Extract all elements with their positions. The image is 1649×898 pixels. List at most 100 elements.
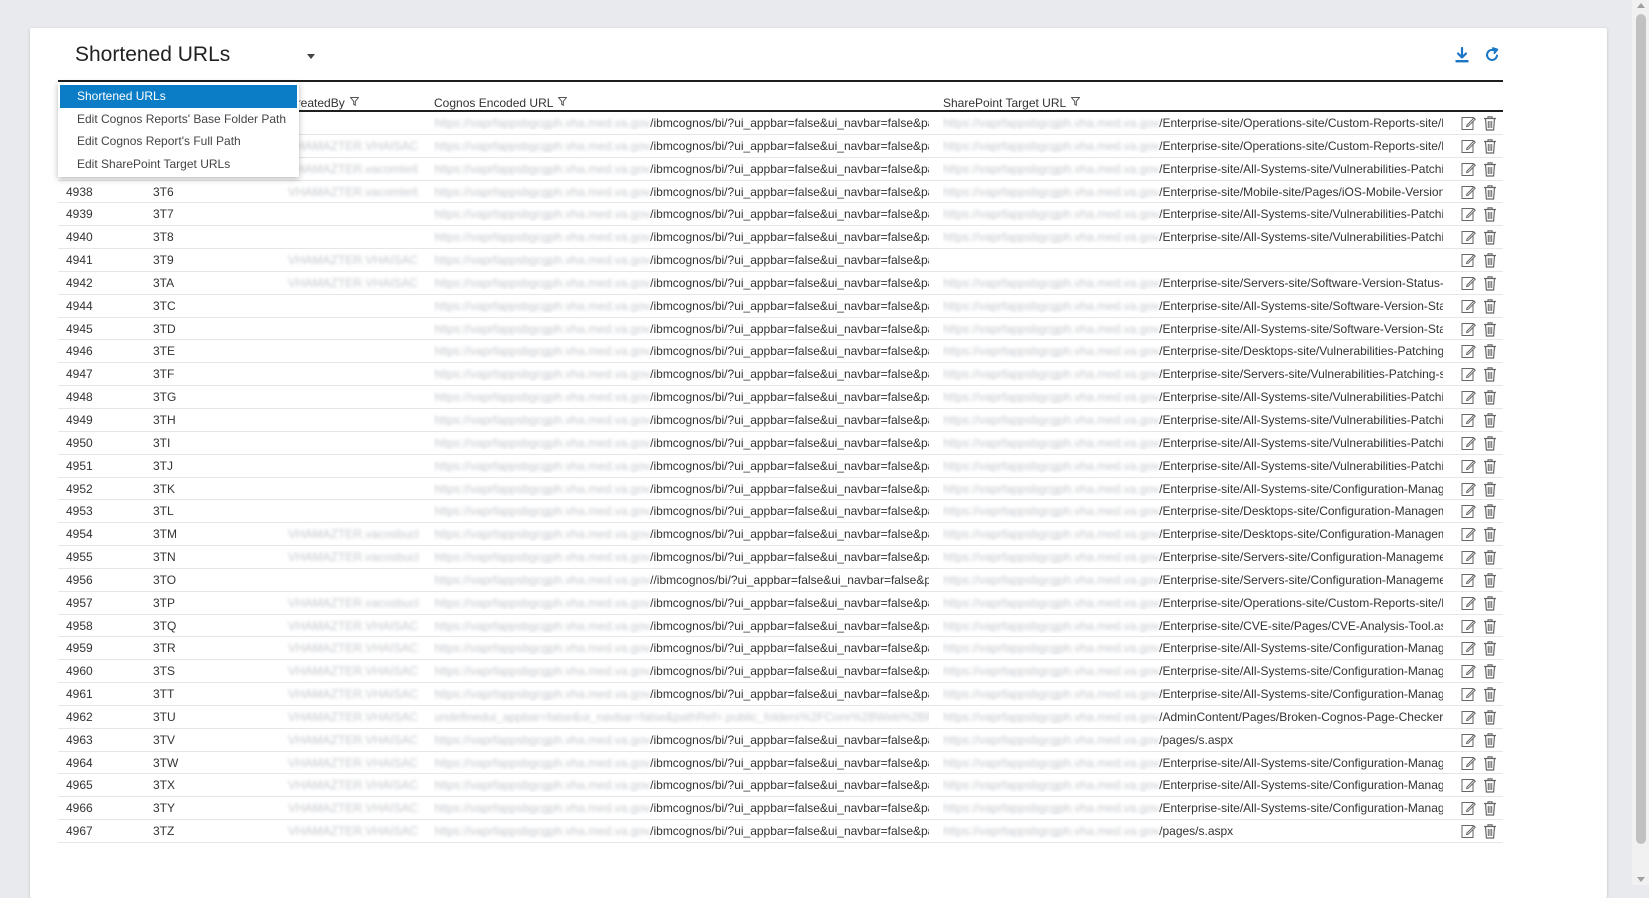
edit-icon[interactable] [1461, 343, 1476, 359]
table-row[interactable]: 4956 3TO https://vaprfappsbgcgph.vha.med.v… [58, 569, 1503, 592]
edit-icon[interactable] [1461, 435, 1476, 451]
trash-icon[interactable] [1483, 823, 1498, 839]
trash-icon[interactable] [1483, 435, 1498, 451]
trash-icon[interactable] [1483, 389, 1498, 405]
trash-icon[interactable] [1483, 161, 1498, 177]
edit-icon[interactable] [1461, 709, 1476, 725]
filter-icon[interactable] [557, 95, 568, 109]
table-row[interactable]: 4961 3TT VHAMAZTER.VHAISAC https://vaprfapp… [58, 683, 1503, 706]
trash-icon[interactable] [1483, 321, 1498, 337]
table-row[interactable]: 4948 3TG https://vaprfappsbgcgph.vha.med.v… [58, 386, 1503, 409]
trash-icon[interactable] [1483, 252, 1498, 268]
edit-icon[interactable] [1461, 115, 1476, 131]
edit-icon[interactable] [1461, 229, 1476, 245]
trash-icon[interactable] [1483, 663, 1498, 679]
trash-icon[interactable] [1483, 777, 1498, 794]
edit-icon[interactable] [1461, 298, 1476, 314]
edit-icon[interactable] [1461, 732, 1476, 748]
trash-icon[interactable] [1483, 709, 1498, 725]
table-row[interactable]: 4953 3TL https://vaprfappsbgcgph.vha.med.v… [58, 500, 1503, 524]
edit-icon[interactable] [1461, 755, 1476, 771]
edit-icon[interactable] [1461, 686, 1476, 702]
trash-icon[interactable] [1483, 275, 1498, 291]
trash-icon[interactable] [1483, 412, 1498, 428]
chevron-down-icon[interactable] [307, 54, 315, 59]
trash-icon[interactable] [1483, 732, 1498, 748]
table-row[interactable]: 4947 3TF https://vaprfappsbgcgph.vha.med.v… [58, 363, 1503, 387]
scroll-up-arrow-icon[interactable] [1637, 3, 1645, 8]
edit-icon[interactable] [1461, 503, 1476, 519]
table-row[interactable]: 4964 3TW VHAMAZTER.VHAISAC https://vaprfapp… [58, 752, 1503, 775]
trash-icon[interactable] [1483, 343, 1498, 360]
table-row[interactable]: 4941 3T9 VHAMAZTER.VHAISAC https://vaprfapp… [58, 249, 1503, 272]
edit-icon[interactable] [1461, 549, 1476, 565]
column-header-cognos-url[interactable]: Cognos Encoded URL [434, 95, 568, 110]
edit-icon[interactable] [1461, 184, 1476, 200]
table-row[interactable]: 4951 3TJ https://vaprfappsbgcgph.vha.med.v… [58, 455, 1503, 478]
menu-item[interactable]: Edit SharePoint Target URLs [60, 153, 297, 176]
trash-icon[interactable] [1483, 138, 1498, 154]
view-selector[interactable]: Shortened URLs [75, 43, 315, 67]
table-row[interactable]: 4957 3TP VHAMAZTER.vacosbuckb https://vaprf… [58, 592, 1503, 615]
trash-icon[interactable] [1483, 526, 1498, 542]
trash-icon[interactable] [1483, 115, 1498, 131]
edit-icon[interactable] [1461, 823, 1476, 839]
menu-item[interactable]: Shortened URLs [60, 85, 297, 108]
table-row[interactable]: 4963 3TV VHAMAZTER.VHAISAC https://vaprfapp… [58, 729, 1503, 752]
edit-icon[interactable] [1461, 618, 1476, 634]
table-row[interactable]: 4942 3TA VHAMAZTER.VHAISAC https://vaprfapp… [58, 272, 1503, 295]
menu-item[interactable]: Edit Cognos Reports' Base Folder Path [60, 108, 297, 131]
table-row[interactable]: 4939 3T7 https://vaprfappsbgcgph.vha.med.v… [58, 203, 1503, 227]
edit-icon[interactable] [1461, 458, 1476, 474]
trash-icon[interactable] [1483, 595, 1498, 611]
table-row[interactable]: 4952 3TK https://vaprfappsbgcgph.vha.med.v… [58, 478, 1503, 501]
edit-icon[interactable] [1461, 481, 1476, 497]
table-row[interactable]: 4962 3TU VHAMAZTER.VHAISAC undefinedui_appb… [58, 706, 1503, 729]
edit-icon[interactable] [1461, 595, 1476, 611]
edit-icon[interactable] [1461, 275, 1476, 291]
edit-icon[interactable] [1461, 321, 1476, 337]
filter-icon[interactable] [349, 95, 360, 109]
edit-icon[interactable] [1461, 777, 1476, 793]
table-row[interactable]: 4954 3TM VHAMAZTER.vacosbuckb https://vaprf… [58, 523, 1503, 547]
table-row[interactable]: 4944 3TC https://vaprfappsbgcgph.vha.med.v… [58, 295, 1503, 318]
edit-icon[interactable] [1461, 640, 1476, 656]
trash-icon[interactable] [1483, 549, 1498, 565]
vertical-scrollbar[interactable] [1632, 0, 1649, 885]
edit-icon[interactable] [1461, 526, 1476, 542]
trash-icon[interactable] [1483, 481, 1498, 497]
trash-icon[interactable] [1483, 458, 1498, 474]
menu-item[interactable]: Edit Cognos Report's Full Path [60, 130, 297, 153]
refresh-icon[interactable] [1483, 46, 1501, 64]
table-row[interactable]: 4945 3TD https://vaprfappsbgcgph.vha.med.v… [58, 318, 1503, 341]
trash-icon[interactable] [1483, 229, 1498, 245]
table-row[interactable]: 4960 3TS VHAMAZTER.VHAISAC https://vaprfapp… [58, 660, 1503, 684]
trash-icon[interactable] [1483, 206, 1498, 222]
trash-icon[interactable] [1483, 618, 1498, 634]
trash-icon[interactable] [1483, 298, 1498, 314]
table-row[interactable]: 4959 3TR VHAMAZTER.VHAISAC https://vaprfapp… [58, 637, 1503, 661]
edit-icon[interactable] [1461, 206, 1476, 222]
table-row[interactable]: 4967 3TZ VHAMAZTER.VHAISAC https://vaprfapp… [58, 820, 1503, 843]
trash-icon[interactable] [1483, 572, 1498, 588]
table-row[interactable]: 4940 3T8 https://vaprfappsbgcgph.vha.med.v… [58, 226, 1503, 250]
edit-icon[interactable] [1461, 252, 1476, 268]
table-row[interactable]: 4950 3TI https://vaprfappsbgcgph.vha.med.v… [58, 432, 1503, 455]
edit-icon[interactable] [1461, 572, 1476, 588]
trash-icon[interactable] [1483, 184, 1498, 200]
trash-icon[interactable] [1483, 640, 1498, 657]
trash-icon[interactable] [1483, 800, 1498, 816]
table-row[interactable]: 4946 3TE https://vaprfappsbgcgph.vha.med.v… [58, 340, 1503, 364]
trash-icon[interactable] [1483, 755, 1498, 771]
table-row[interactable]: 4949 3TH https://vaprfappsbgcgph.vha.med.v… [58, 409, 1503, 432]
table-row[interactable]: 4938 3T6 VHAMAZTER.vacomlerb https://vaprfa… [58, 181, 1503, 204]
table-row[interactable]: 4955 3TN VHAMAZTER.vacosbuckb https://vaprf… [58, 546, 1503, 569]
filter-icon[interactable] [1070, 95, 1081, 109]
edit-icon[interactable] [1461, 800, 1476, 816]
column-header-sharepoint-url[interactable]: SharePoint Target URL [943, 95, 1081, 110]
scroll-thumb[interactable] [1636, 14, 1646, 844]
download-icon[interactable] [1453, 46, 1471, 64]
trash-icon[interactable] [1483, 366, 1498, 382]
scroll-down-arrow-icon[interactable] [1637, 877, 1645, 882]
edit-icon[interactable] [1461, 663, 1476, 679]
